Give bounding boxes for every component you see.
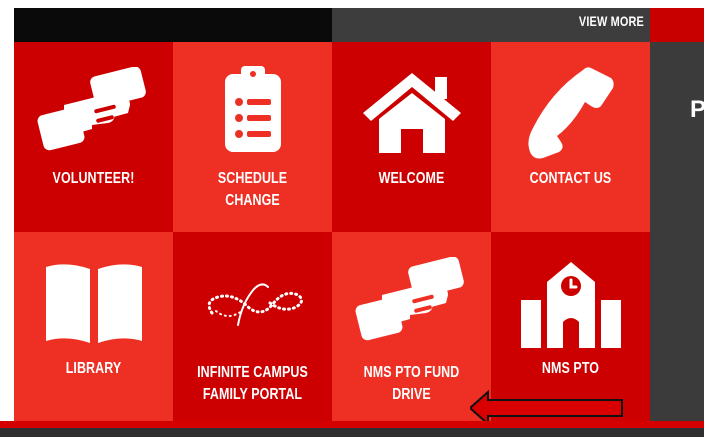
footer-red-bar [0, 421, 704, 428]
tile-pto-fund-drive[interactable]: NMS PTO FUND DRIVE [332, 232, 491, 422]
handshake-icon [14, 62, 173, 162]
tile-infinite-campus[interactable]: INFINITE CAMPUS FAMILY PORTAL [173, 232, 332, 422]
tile-label: WELCOME [378, 170, 445, 187]
handshake-icon [332, 252, 491, 352]
tile-label: SCHEDULE CHANGE [217, 170, 288, 209]
book-icon [14, 252, 173, 352]
tile-label: VOLUNTEER! [52, 170, 135, 187]
clipboard-list-icon [173, 62, 332, 162]
view-more-link[interactable]: VIEW MORE [578, 8, 644, 34]
tile-schedule-change[interactable]: SCHEDULE CHANGE [173, 42, 332, 232]
tile-label: LIBRARY [65, 360, 122, 377]
tile-library[interactable]: LIBRARY [14, 232, 173, 422]
tile-contact-us[interactable]: CONTACT US [491, 42, 650, 232]
tile-label: INFINITE CAMPUS FAMILY PORTAL [197, 364, 308, 403]
footer-dark-bar [0, 428, 704, 437]
tile-label: CONTACT US [529, 170, 612, 187]
tile-welcome[interactable]: WELCOME [332, 42, 491, 232]
side-panel-text: P [690, 96, 704, 123]
quick-links-grid: VOLUNTEER! SCHEDULE CHANGE WELCOME CONTA… [14, 42, 650, 422]
left-margin [0, 8, 14, 421]
tile-label: NMS PTO [541, 360, 600, 377]
top-bar-red-accent [650, 8, 704, 42]
tile-volunteer[interactable]: VOLUNTEER! [14, 42, 173, 232]
infinity-icon [173, 252, 332, 352]
home-icon [332, 62, 491, 162]
top-bar-black [14, 8, 332, 42]
tile-label: NMS PTO FUND DRIVE [363, 364, 460, 403]
school-clock-icon [491, 252, 650, 352]
phone-icon [491, 62, 650, 162]
